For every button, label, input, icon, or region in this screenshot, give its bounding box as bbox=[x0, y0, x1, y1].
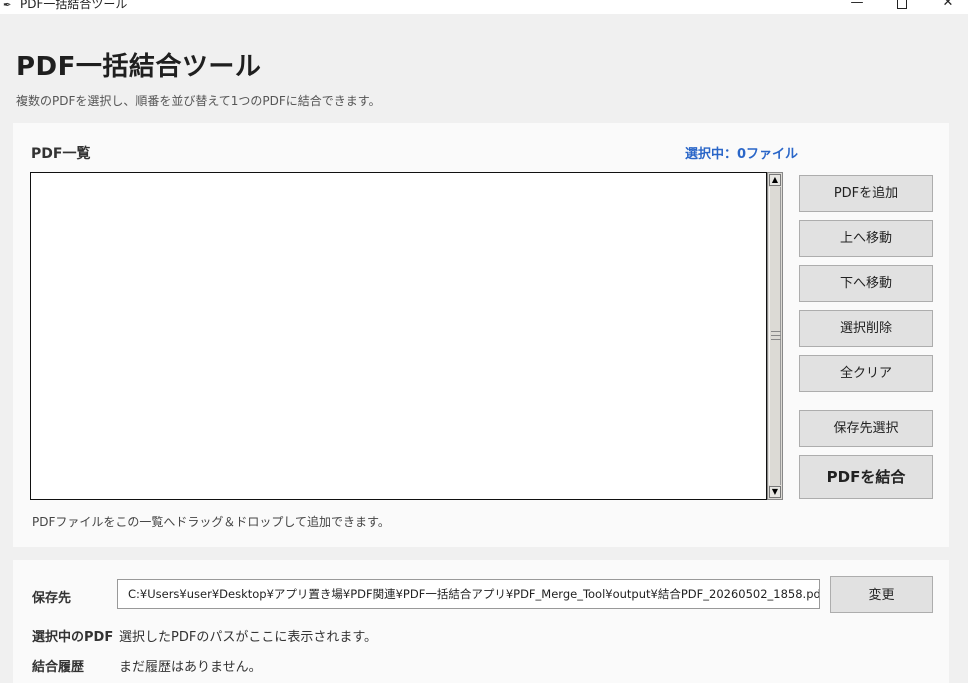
change-destination-button[interactable]: 変更 bbox=[830, 576, 933, 613]
scroll-thumb[interactable] bbox=[769, 187, 781, 485]
selected-count-label: 選択中：0ファイル bbox=[685, 147, 799, 162]
listbox-scrollbar[interactable]: ▲ ▼ bbox=[767, 172, 783, 500]
save-path-field[interactable] bbox=[117, 579, 820, 609]
maximize-button[interactable] bbox=[887, 0, 917, 13]
merge-pdf-button[interactable]: PDFを結合 bbox=[799, 455, 933, 499]
remove-selected-button[interactable]: 選択削除 bbox=[799, 310, 933, 347]
maximize-icon bbox=[897, 0, 907, 9]
page-subtitle: 複数のPDFを選択し、順番を並び替えて1つのPDFに結合できます。 bbox=[16, 94, 381, 108]
move-up-button[interactable]: 上へ移動 bbox=[799, 220, 933, 257]
move-down-button[interactable]: 下へ移動 bbox=[799, 265, 933, 302]
scroll-up-arrow-icon[interactable]: ▲ bbox=[769, 174, 781, 186]
close-button[interactable]: ✕ bbox=[933, 0, 963, 13]
title-bar: ✒ PDF一括結合ツール — ✕ bbox=[0, 0, 968, 14]
selected-pdf-value: 選択したPDFのパスがここに表示されます。 bbox=[119, 630, 378, 645]
merge-history-value: まだ履歴はありません。 bbox=[119, 660, 262, 675]
drag-drop-hint: PDFファイルをこの一覧へドラッグ＆ドロップして追加できます。 bbox=[32, 515, 390, 529]
choose-destination-button[interactable]: 保存先選択 bbox=[799, 410, 933, 447]
minimize-button[interactable]: — bbox=[842, 0, 872, 13]
feather-icon: ✒ bbox=[3, 0, 12, 11]
window-title: PDF一括結合ツール bbox=[20, 0, 128, 11]
add-pdf-button[interactable]: PDFを追加 bbox=[799, 175, 933, 212]
save-destination-label: 保存先 bbox=[32, 591, 72, 606]
selected-pdf-label: 選択中のPDF bbox=[32, 630, 114, 645]
merge-history-label: 結合履歴 bbox=[32, 660, 85, 675]
clear-all-button[interactable]: 全クリア bbox=[799, 355, 933, 392]
pdf-list-label: PDF一覧 bbox=[31, 146, 91, 162]
scroll-grip-icon bbox=[771, 331, 781, 340]
page-title: PDF一括結合ツール bbox=[16, 52, 262, 82]
pdf-listbox[interactable] bbox=[30, 172, 767, 500]
scroll-down-arrow-icon[interactable]: ▼ bbox=[769, 486, 781, 498]
